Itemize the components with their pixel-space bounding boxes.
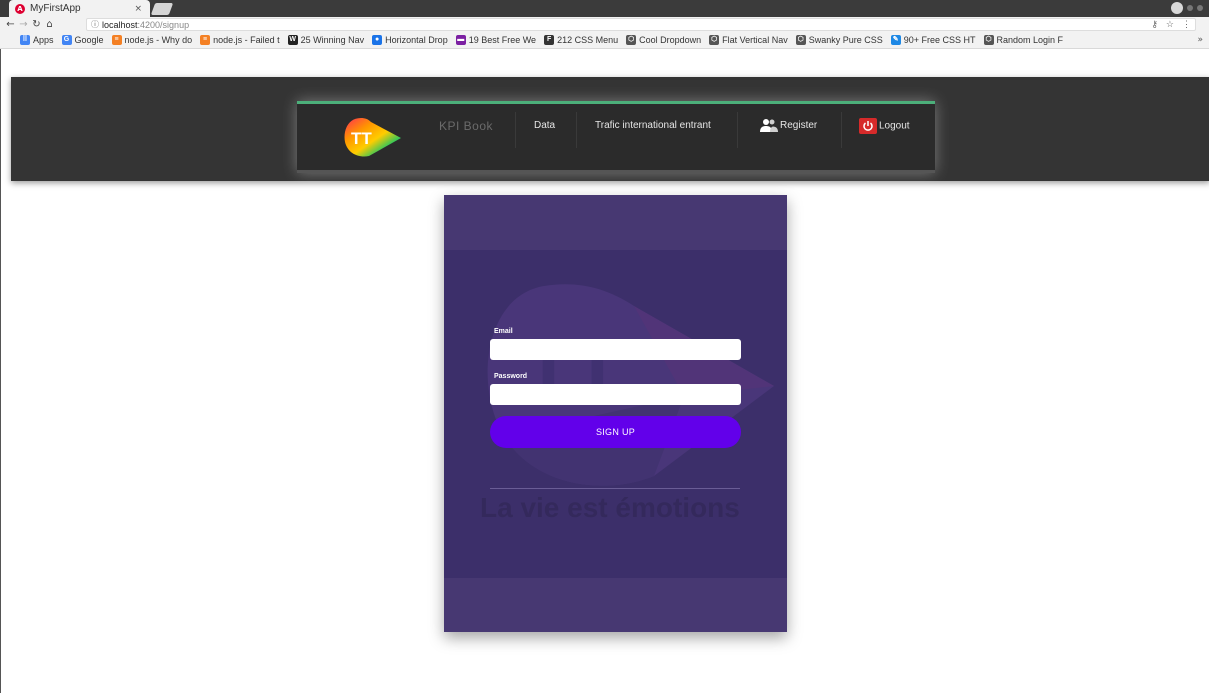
- bookmark-item[interactable]: ≡ node.js - Failed t: [200, 35, 280, 45]
- bookmark-item[interactable]: ⬡ Random Login F: [983, 35, 1064, 45]
- nav-separator: [841, 112, 842, 148]
- nav-brand-kpi-book[interactable]: KPI Book: [439, 118, 493, 142]
- bookmarks-bar: ⠿ Apps G Google ≡ node.js - Why do ≡ node.js - …: [0, 32, 1209, 49]
- register-label: Register: [780, 120, 818, 131]
- browser-tab-bar: A MyFirstApp ×: [0, 0, 1209, 17]
- bookmark-item[interactable]: ▬ 19 Best Free We: [455, 35, 537, 45]
- bookmark-label: Google: [74, 35, 104, 45]
- angular-favicon-icon: A: [15, 3, 25, 14]
- browser-tab[interactable]: A MyFirstApp ×: [9, 0, 150, 17]
- bookmark-item[interactable]: G Google: [61, 35, 104, 45]
- signup-card: TT Email Password La vie est émotions SI…: [444, 195, 787, 632]
- bookmark-label: Horizontal Drop: [385, 35, 448, 45]
- email-label: Email: [494, 328, 513, 335]
- svg-text:TT: TT: [351, 129, 372, 148]
- codepen-icon: ⬡: [626, 35, 637, 45]
- bookmark-item[interactable]: ⬡ Swanky Pure CSS: [795, 35, 883, 45]
- bookmarks-overflow-icon[interactable]: »: [1197, 35, 1203, 45]
- password-label: Password: [494, 373, 528, 380]
- bookmark-label: Flat Vertical Nav: [722, 35, 788, 45]
- url-path: :4200/signup: [137, 19, 190, 30]
- stackoverflow-icon: ≡: [200, 35, 211, 45]
- page-viewport: TT KPI Book Data Trafic international en…: [0, 49, 1209, 693]
- bars-icon: ▬: [455, 35, 466, 45]
- bookmark-star-icon[interactable]: ☆: [1166, 19, 1174, 30]
- profile-icon[interactable]: [1171, 2, 1183, 14]
- bookmark-item[interactable]: ⬡ Flat Vertical Nav: [709, 35, 788, 45]
- tt-logo-icon[interactable]: TT: [341, 114, 403, 160]
- nav-item-register[interactable]: Register: [760, 118, 817, 142]
- logout-label: Logout: [879, 120, 910, 132]
- email-field[interactable]: [490, 339, 741, 360]
- bookmark-label: Cool Dropdown: [639, 35, 702, 45]
- tab-title: MyFirstApp: [30, 3, 81, 14]
- codepen-icon: ⬡: [709, 35, 720, 45]
- codepen-icon: ⬡: [983, 35, 994, 45]
- bookmark-item[interactable]: ≡ node.js - Why do: [111, 35, 193, 45]
- password-field[interactable]: [490, 384, 741, 405]
- bookmark-label: node.js - Failed t: [213, 35, 280, 45]
- bookmark-item[interactable]: ⬡ Cool Dropdown: [626, 35, 701, 45]
- bookmark-label: Swanky Pure CSS: [808, 35, 883, 45]
- bookmark-label: 90+ Free CSS HT: [903, 35, 976, 45]
- codepen-icon: ⬡: [795, 35, 806, 45]
- back-arrow-icon[interactable]: ←: [4, 19, 17, 30]
- apps-grid-icon: ⠿: [20, 35, 30, 45]
- window-controls: [1171, 2, 1203, 14]
- google-icon: G: [61, 35, 72, 45]
- bookmark-label: 19 Best Free We: [468, 35, 537, 45]
- nav-item-trafic-international[interactable]: Trafic international entrant: [595, 118, 711, 142]
- nav-separator: [737, 112, 738, 148]
- bookmark-label: 25 Winning Nav: [300, 35, 365, 45]
- url-input[interactable]: ⓘ localhost:4200/signup ⚷ ☆ ⋮: [86, 18, 1196, 31]
- info-icon[interactable]: ⓘ: [91, 19, 99, 30]
- circle-icon: ●: [372, 35, 383, 45]
- bookmark-item[interactable]: ● Horizontal Drop: [372, 35, 448, 45]
- tab-close-icon[interactable]: ×: [134, 4, 142, 14]
- new-tab-button[interactable]: [150, 3, 174, 15]
- w-icon: W: [287, 35, 298, 45]
- nav-item-data[interactable]: Data: [534, 118, 555, 142]
- navbar-bottom-bar: [297, 170, 935, 173]
- home-icon[interactable]: ⌂: [43, 19, 56, 30]
- bookmark-label: 212 CSS Menu: [557, 35, 619, 45]
- users-icon: [760, 119, 778, 133]
- bookmark-item[interactable]: ⠿ Apps: [20, 35, 54, 45]
- bookmark-item[interactable]: F 212 CSS Menu: [544, 35, 618, 45]
- top-navbar: TT KPI Book Data Trafic international en…: [297, 101, 935, 173]
- minimize-icon[interactable]: [1187, 5, 1193, 11]
- url-host: localhost: [102, 19, 138, 30]
- bookmark-label: Random Login F: [996, 35, 1064, 45]
- stackoverflow-icon: ≡: [111, 35, 122, 45]
- nav-separator: [515, 112, 516, 148]
- brand-slogan: La vie est émotions: [480, 492, 740, 523]
- key-icon[interactable]: ⚷: [1151, 19, 1158, 30]
- reload-icon[interactable]: ↻: [30, 19, 43, 30]
- nav-separator: [576, 112, 577, 148]
- nav-item-logout[interactable]: Logout: [859, 118, 910, 142]
- f-icon: F: [544, 35, 555, 45]
- menu-kebab-icon[interactable]: ⋮: [1182, 19, 1191, 30]
- close-window-icon[interactable]: [1197, 5, 1203, 11]
- bookmark-item[interactable]: ✎ 90+ Free CSS HT: [890, 35, 976, 45]
- power-icon: [859, 118, 877, 134]
- form-divider: [490, 488, 740, 489]
- signup-card-body: TT Email Password La vie est émotions: [444, 250, 787, 578]
- bookmark-item[interactable]: W 25 Winning Nav: [287, 35, 365, 45]
- sign-up-button[interactable]: SIGN UP: [490, 416, 741, 448]
- address-bar: ← → ↻ ⌂ ⓘ localhost:4200/signup ⚷ ☆ ⋮: [0, 17, 1209, 32]
- pencil-icon: ✎: [890, 35, 901, 45]
- bookmark-label: node.js - Why do: [124, 35, 193, 45]
- bookmark-label: Apps: [33, 35, 54, 45]
- forward-arrow-icon[interactable]: →: [17, 19, 30, 30]
